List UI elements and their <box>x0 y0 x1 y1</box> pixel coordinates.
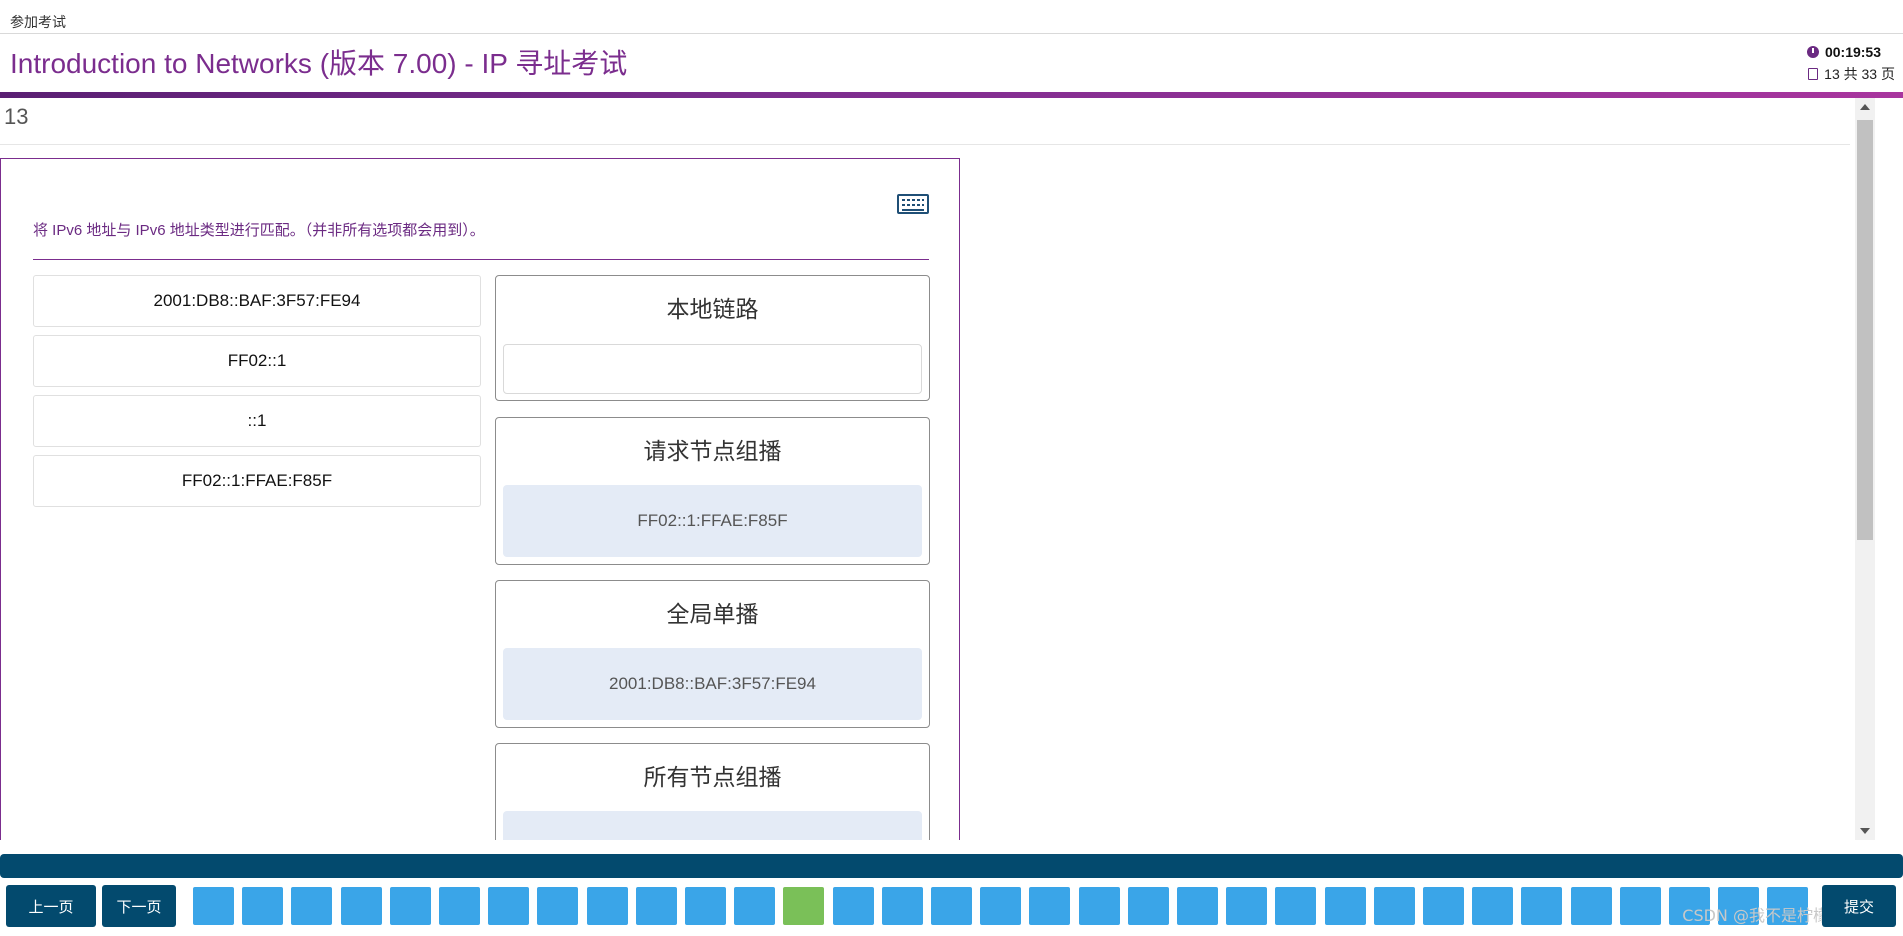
timer: 00:19:53 <box>1806 44 1881 60</box>
prev-page-button[interactable]: 上一页 <box>6 885 96 927</box>
target-label: 本地链路 <box>666 297 759 323</box>
page-jump-button[interactable] <box>341 887 382 925</box>
page-jump-button[interactable] <box>1620 887 1661 925</box>
page-counter-value: 13 共 33 页 <box>1824 66 1895 82</box>
question-card: 将 IPv6 地址与 IPv6 地址类型进行匹配。（并非所有选项都会用到）。 2… <box>0 158 960 840</box>
submit-button[interactable]: 提交 <box>1822 885 1896 927</box>
page-jump-button[interactable] <box>931 887 972 925</box>
page-jump-button[interactable] <box>291 887 332 925</box>
page-jump-button[interactable] <box>1374 887 1415 925</box>
vertical-scrollbar[interactable] <box>1855 98 1875 840</box>
page-jump-button[interactable] <box>833 887 874 925</box>
breadcrumb: 参加考试 <box>10 14 66 30</box>
page-jump-button[interactable] <box>1128 887 1169 925</box>
exam-header: Introduction to Networks (版本 7.00) - IP … <box>0 34 1903 92</box>
page-jump-button[interactable] <box>685 887 726 925</box>
page-jump-button[interactable] <box>1177 887 1218 925</box>
target-label: 请求节点组播 <box>643 439 782 465</box>
page-title: Introduction to Networks (版本 7.00) - IP … <box>10 48 628 79</box>
target-label: 所有节点组播 <box>643 765 782 791</box>
question-area: 13 将 IPv6 地址与 IPv6 地址类型进行匹配。（并非所有选项都会用到）… <box>0 98 1855 840</box>
page-jump-button[interactable] <box>636 887 677 925</box>
page-jump-button[interactable] <box>242 887 283 925</box>
page-jump-button[interactable] <box>1521 887 1562 925</box>
page-jump-button[interactable] <box>390 887 431 925</box>
page-jump-button[interactable] <box>980 887 1021 925</box>
drag-option[interactable]: 2001:DB8::BAF:3F57:FE94 <box>33 275 481 327</box>
drop-target-all-nodes: 所有节点组播 <box>495 743 930 840</box>
page-jump-button[interactable] <box>1472 887 1513 925</box>
scroll-up-icon[interactable] <box>1860 104 1870 110</box>
page-navigation: 上一页 下一页 CSDN @我不是柠檬精 提交 <box>0 880 1903 936</box>
page-jump-button[interactable] <box>734 887 775 925</box>
page-icon <box>1808 68 1819 80</box>
page-jump-button[interactable] <box>1325 887 1366 925</box>
question-divider <box>0 144 1850 145</box>
page-jump-button[interactable] <box>439 887 480 925</box>
page-jump-button[interactable] <box>1226 887 1267 925</box>
target-label: 全局单播 <box>666 602 759 628</box>
next-page-button[interactable]: 下一页 <box>102 885 176 927</box>
drop-zone[interactable]: FF02::1:FFAE:F85F <box>503 485 922 557</box>
drag-option[interactable]: ::1 <box>33 395 481 447</box>
progress-bar <box>0 854 1903 878</box>
keyboard-icon[interactable] <box>897 194 929 214</box>
page-jump-button[interactable] <box>193 887 234 925</box>
scrollbar-thumb[interactable] <box>1857 120 1873 540</box>
page-jump-button[interactable] <box>783 887 824 925</box>
page-jump-button[interactable] <box>1423 887 1464 925</box>
top-bar: 参加考试 <box>0 0 1903 34</box>
question-instruction: 将 IPv6 地址与 IPv6 地址类型进行匹配。（并非所有选项都会用到）。 <box>33 222 485 239</box>
drop-target-global-unicast: 全局单播 2001:DB8::BAF:3F57:FE94 <box>495 580 930 728</box>
page-counter: 13 共 33 页 <box>1808 64 1895 84</box>
scroll-down-icon[interactable] <box>1860 828 1870 834</box>
clock-icon <box>1806 46 1819 58</box>
page-jump-button[interactable] <box>537 887 578 925</box>
page-jump-button[interactable] <box>587 887 628 925</box>
drop-target-solicited-node: 请求节点组播 FF02::1:FFAE:F85F <box>495 417 930 565</box>
timer-value: 00:19:53 <box>1824 44 1881 60</box>
drag-option[interactable]: FF02::1:FFAE:F85F <box>33 455 481 507</box>
drop-zone[interactable] <box>503 811 922 840</box>
question-number: 13 <box>4 104 29 129</box>
page-jump-button[interactable] <box>882 887 923 925</box>
page-jump-button[interactable] <box>1079 887 1120 925</box>
page-jump-button[interactable] <box>1029 887 1070 925</box>
instruction-divider <box>33 259 929 260</box>
drag-option[interactable]: FF02::1 <box>33 335 481 387</box>
page-jump-button[interactable] <box>1275 887 1316 925</box>
page-jump-button[interactable] <box>1571 887 1612 925</box>
drop-zone[interactable]: 2001:DB8::BAF:3F57:FE94 <box>503 648 922 720</box>
drop-zone[interactable] <box>503 344 922 394</box>
watermark: CSDN @我不是柠檬精 <box>1682 906 1845 925</box>
drop-target-link-local: 本地链路 <box>495 275 930 401</box>
page-jump-button[interactable] <box>488 887 529 925</box>
